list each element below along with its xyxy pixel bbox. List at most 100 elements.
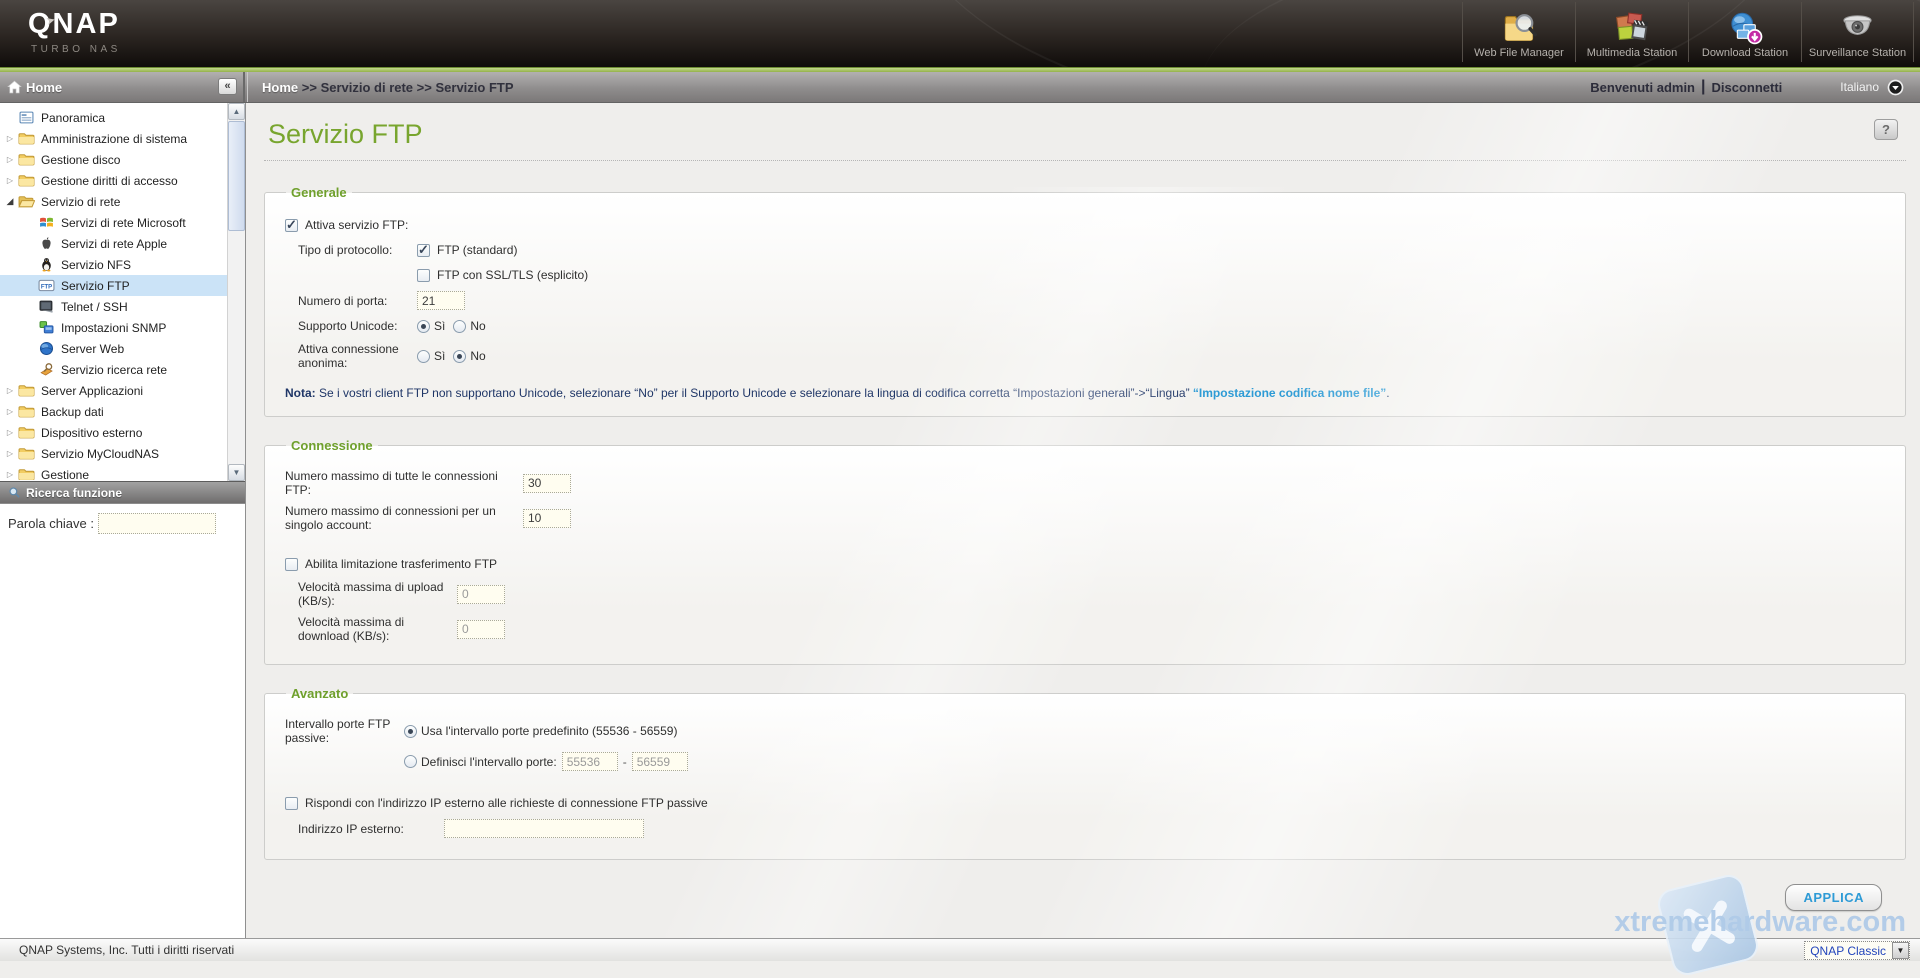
tree-collapsed-arrow-icon[interactable]: ▷ — [4, 155, 16, 164]
folder-icon — [18, 152, 35, 167]
external-ip-input[interactable] — [444, 819, 644, 838]
tree-collapsed-arrow-icon[interactable]: ▷ — [4, 407, 16, 416]
surveillance-station-icon — [1839, 9, 1876, 47]
station-surveillance-station[interactable]: Surveillance Station — [1801, 2, 1914, 62]
max-upload-input[interactable] — [457, 585, 505, 604]
footer: QNAP Systems, Inc. Tutti i diritti riser… — [0, 938, 1920, 961]
anonymous-yes-radio[interactable] — [417, 350, 430, 363]
help-button[interactable]: ? — [1874, 119, 1898, 140]
sidebar-item-label: Servizi di rete Apple — [59, 237, 167, 251]
web-file-manager-icon — [1501, 9, 1538, 47]
logout-link[interactable]: Disconnetti — [1712, 80, 1783, 95]
section-generale: Generale Attiva servizio FTP: Tipo di pr… — [264, 185, 1906, 417]
tree-collapsed-arrow-icon[interactable]: ▷ — [4, 386, 16, 395]
max-connections-label: Numero massimo di tutte le connessioni F… — [285, 469, 523, 497]
unicode-yes-radio[interactable] — [417, 320, 430, 333]
secondary-bar: Home « Home >> Servizio di rete >> Servi… — [0, 72, 1920, 103]
folder-icon — [18, 467, 35, 480]
port-range-from-input[interactable] — [562, 752, 618, 771]
protocol-ssl-checkbox[interactable] — [417, 269, 430, 282]
theme-select-value: QNAP Classic — [1805, 944, 1892, 958]
enable-ftp-checkbox[interactable] — [285, 219, 298, 232]
anonymous-yes-label: Sì — [434, 349, 445, 363]
external-ip-check-label: Rispondi con l'indirizzo IP esterno alle… — [305, 796, 708, 810]
anonymous-no-label: No — [470, 349, 485, 363]
page-title: Servizio FTP — [268, 119, 1920, 150]
sidebar-item-impostazioni-snmp[interactable]: Impostazioni SNMP — [0, 317, 228, 338]
scroll-up-button[interactable]: ▲ — [228, 103, 245, 120]
scroll-down-button[interactable]: ▼ — [228, 464, 245, 481]
sidebar-item-dispositivo-esterno[interactable]: ▷Dispositivo esterno — [0, 422, 228, 443]
sidebar-item-servizio-nfs[interactable]: Servizio NFS — [0, 254, 228, 275]
sidebar-item-label: Impostazioni SNMP — [59, 321, 166, 335]
theme-dropdown-icon[interactable]: ▼ — [1892, 942, 1909, 959]
note-link[interactable]: “Impostazione codifica nome file” — [1193, 386, 1386, 400]
sidebar-item-servizio-di-rete[interactable]: ◢Servizio di rete — [0, 191, 228, 212]
station-label: Download Station — [1702, 47, 1788, 62]
sidebar-item-server-web[interactable]: Server Web — [0, 338, 228, 359]
breadcrumb-section[interactable]: Servizio di rete — [321, 80, 413, 95]
sidebar-item-label: Gestione diritti di accesso — [39, 174, 178, 188]
max-single-account-input[interactable] — [523, 509, 571, 528]
sidebar-item-servizio-ftp[interactable]: FTPServizio FTP — [0, 275, 228, 296]
folder-icon — [18, 446, 35, 461]
title-divider — [264, 160, 1906, 161]
sidebar-item-label: Servizio ricerca rete — [59, 363, 167, 377]
language-label: Italiano — [1840, 80, 1879, 94]
anonymous-no-radio[interactable] — [453, 350, 466, 363]
sidebar-scrollbar[interactable]: ▲ ▼ — [227, 103, 245, 481]
sidebar-item-gestione-disco[interactable]: ▷Gestione disco — [0, 149, 228, 170]
welcome-text: Benvenuti admin — [1590, 80, 1695, 95]
external-ip-checkbox[interactable] — [285, 797, 298, 810]
port-range-to-input[interactable] — [632, 752, 688, 771]
app-header: QNAP ➤ TURBO NAS Web File ManagerMultime… — [0, 0, 1920, 67]
language-dropdown-icon[interactable] — [1887, 79, 1904, 96]
breadcrumb-home[interactable]: Home — [262, 80, 298, 95]
keyword-input[interactable] — [98, 513, 216, 534]
tree-collapsed-arrow-icon[interactable]: ▷ — [4, 470, 16, 479]
note-body: Se i vostri client FTP non supportano Un… — [316, 386, 1193, 400]
sidebar-item-server-applicazioni[interactable]: ▷ Server Applicazioni — [0, 380, 228, 401]
tree-collapsed-arrow-icon[interactable]: ▷ — [4, 428, 16, 437]
sidebar-collapse-button[interactable]: « — [218, 78, 237, 95]
max-download-input[interactable] — [457, 620, 505, 639]
sidebar-item-panoramica[interactable]: Panoramica — [0, 107, 228, 128]
max-connections-input[interactable] — [523, 474, 571, 493]
define-port-range-radio[interactable] — [404, 755, 417, 768]
protocol-ftp-checkbox[interactable] — [417, 244, 430, 257]
sidebar-item-telnet-ssh[interactable]: Telnet / SSH — [0, 296, 228, 317]
tree-collapsed-arrow-icon[interactable]: ▷ — [4, 134, 16, 143]
sidebar-item-gestione-diritti-di-accesso[interactable]: ▷ Gestione diritti di accesso — [0, 170, 228, 191]
linux-icon — [38, 257, 55, 272]
sidebar-item-label: Server Applicazioni — [39, 384, 143, 398]
folder-icon — [18, 131, 35, 146]
theme-select[interactable]: QNAP Classic ▼ — [1804, 941, 1910, 960]
sidebar-item-label: Telnet / SSH — [59, 300, 128, 314]
ftp-limit-checkbox[interactable] — [285, 558, 298, 571]
tree-collapsed-arrow-icon[interactable]: ▷ — [4, 449, 16, 458]
snmp-icon — [38, 320, 55, 335]
sidebar-item-servizi-di-rete-microsoft[interactable]: Servizi di rete Microsoft — [0, 212, 228, 233]
max-download-label: Velocità massima di download (KB/s): — [298, 615, 457, 643]
terminal-icon — [38, 299, 55, 314]
station-web-file-manager[interactable]: Web File Manager — [1462, 2, 1575, 62]
tree-collapsed-arrow-icon[interactable]: ▷ — [4, 176, 16, 185]
enable-ftp-label: Attiva servizio FTP: — [305, 218, 408, 232]
station-download-station[interactable]: Download Station — [1688, 2, 1801, 62]
unicode-no-radio[interactable] — [453, 320, 466, 333]
sidebar-item-servizi-di-rete-apple[interactable]: Servizi di rete Apple — [0, 233, 228, 254]
sidebar-item-servizio-mycloudnas[interactable]: ▷Servizio MyCloudNAS — [0, 443, 228, 464]
tree-expanded-arrow-icon[interactable]: ◢ — [4, 196, 16, 207]
breadcrumb: Home >> Servizio di rete >> Servizio FTP — [262, 80, 514, 95]
station-multimedia-station[interactable]: Multimedia Station — [1575, 2, 1688, 62]
sidebar-header: Home « — [0, 72, 245, 102]
sidebar-item-gestione[interactable]: ▷Gestione — [0, 464, 228, 480]
ftp-icon: FTP — [38, 278, 55, 293]
protocol-ftp-label: FTP (standard) — [437, 243, 517, 257]
sidebar-item-backup-dati[interactable]: ▷Backup dati — [0, 401, 228, 422]
scrollbar-thumb[interactable] — [228, 121, 245, 231]
default-port-range-radio[interactable] — [404, 725, 417, 738]
sidebar-item-amministrazione-di-sistema[interactable]: ▷Amministrazione di sistema — [0, 128, 228, 149]
sidebar-item-servizio-ricerca-rete[interactable]: Servizio ricerca rete — [0, 359, 228, 380]
port-input[interactable] — [417, 291, 465, 310]
